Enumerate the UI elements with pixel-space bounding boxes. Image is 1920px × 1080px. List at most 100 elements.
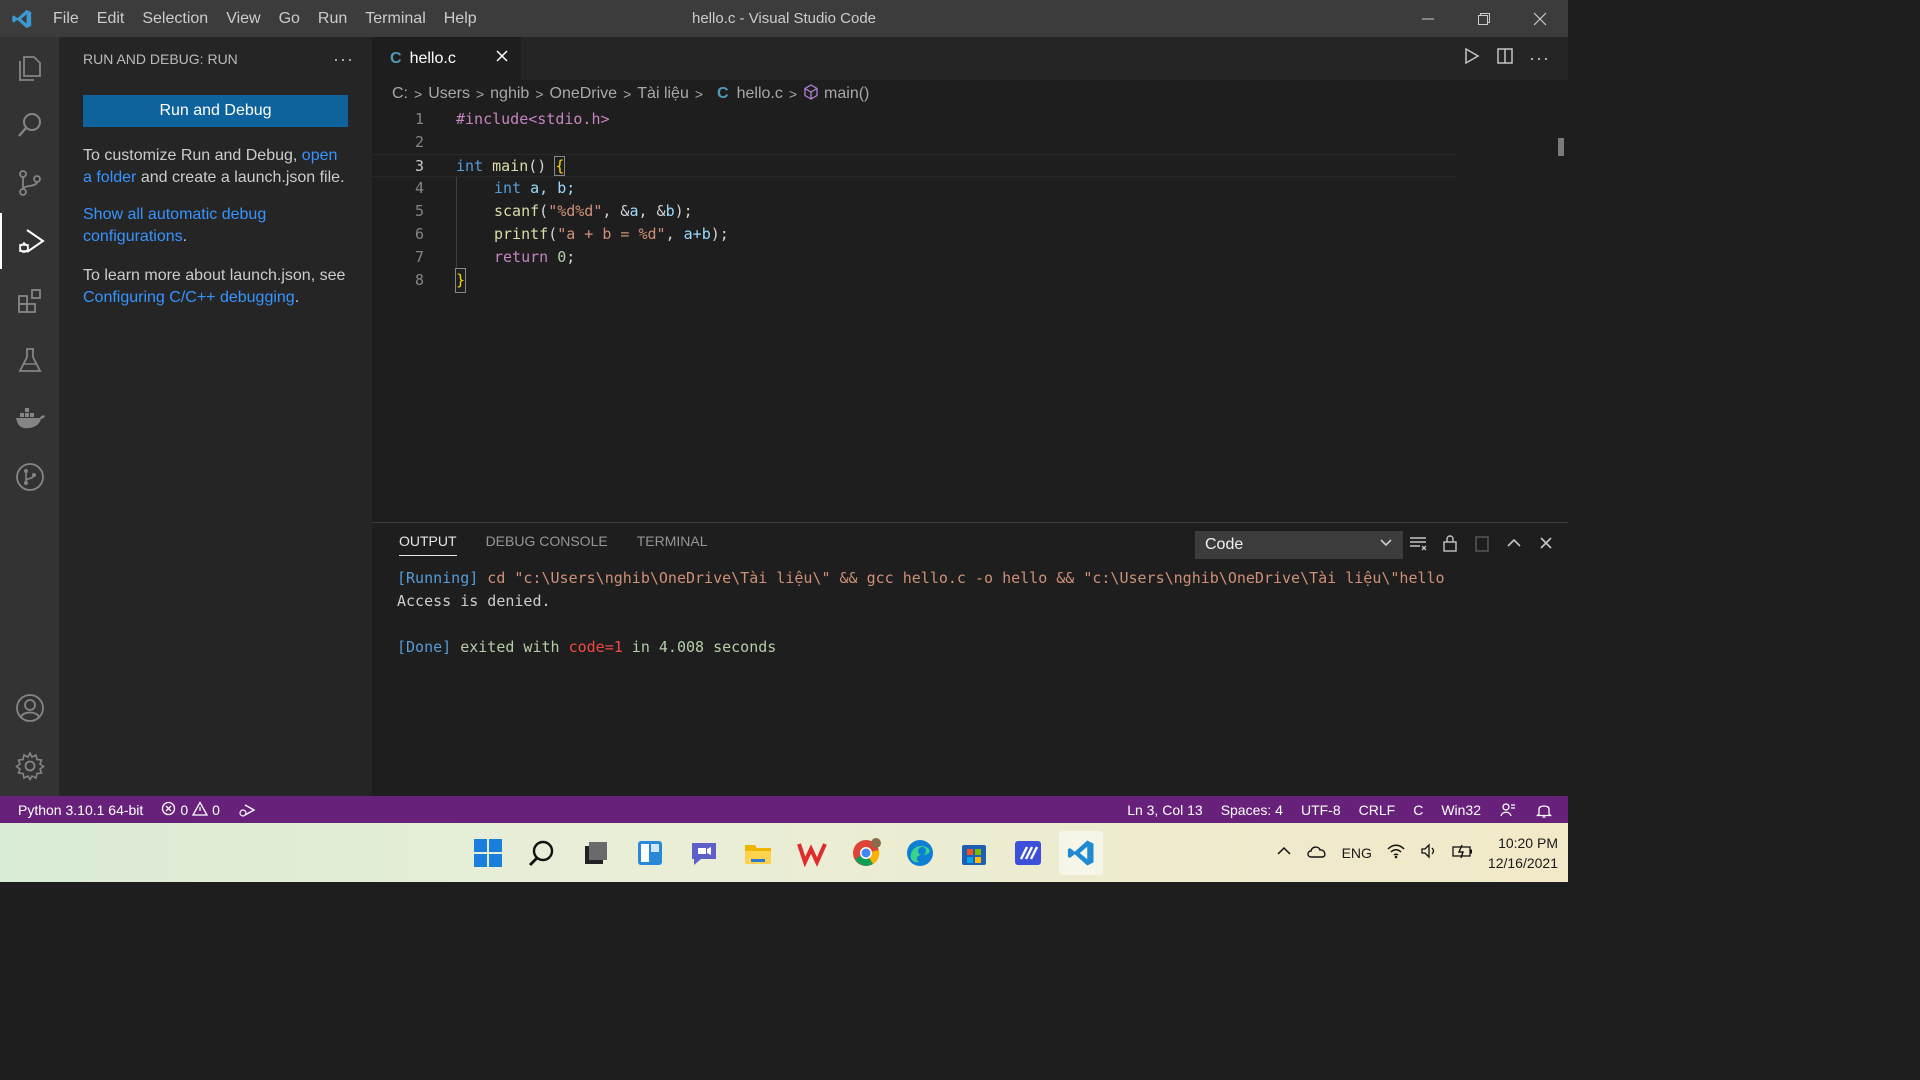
run-debug-icon[interactable] (0, 213, 59, 269)
language-mode[interactable]: C (1404, 802, 1432, 818)
breadcrumb-user[interactable]: nghib (490, 85, 529, 103)
store-icon[interactable] (952, 831, 996, 875)
punctuation: , & (638, 202, 666, 220)
feedback-icon[interactable] (1490, 801, 1526, 819)
close-window-button[interactable] (1512, 0, 1568, 37)
split-editor-icon[interactable] (1495, 46, 1515, 71)
wifi-icon[interactable] (1386, 843, 1406, 862)
accounts-icon[interactable] (0, 680, 59, 736)
editor-scrollbar[interactable] (1558, 138, 1564, 156)
search-icon[interactable] (520, 831, 564, 875)
file-explorer-icon[interactable] (736, 831, 780, 875)
wps-office-icon[interactable] (790, 831, 834, 875)
menu-file[interactable]: File (44, 0, 88, 37)
task-view-icon[interactable] (574, 831, 618, 875)
edge-icon[interactable] (898, 831, 942, 875)
code-text: int a, b; (494, 177, 575, 200)
more-actions-icon[interactable]: ··· (333, 49, 354, 70)
line-number: 1 (414, 110, 424, 128)
breadcrumb-file[interactable]: hello.c (737, 85, 783, 103)
problems-indicator[interactable]: 0 0 (152, 800, 229, 819)
indentation[interactable]: Spaces: 4 (1212, 802, 1292, 818)
line-number: 3 (414, 157, 424, 175)
code-line: 8 } (372, 268, 1457, 293)
show-hidden-icons-icon[interactable] (1276, 843, 1292, 862)
menu-terminal[interactable]: Terminal (356, 0, 434, 37)
tab-output[interactable]: OUTPUT (399, 533, 457, 556)
windows-start-icon[interactable] (466, 831, 510, 875)
platform[interactable]: Win32 (1432, 802, 1490, 818)
close-tab-icon[interactable] (495, 49, 509, 68)
explorer-icon[interactable] (0, 39, 59, 95)
clear-output-icon[interactable] (1408, 533, 1428, 558)
teams-chat-icon[interactable] (682, 831, 726, 875)
open-in-editor-icon[interactable] (1472, 533, 1492, 558)
vscode-icon[interactable] (1059, 831, 1103, 875)
chrome-icon[interactable] (844, 831, 888, 875)
breadcrumb-drive[interactable]: C: (392, 85, 408, 103)
current-code-line: 3 int main() { (372, 154, 1457, 177)
code-editor[interactable]: 1 #include<stdio.h> 2 3 int main() { 4 i… (372, 108, 1568, 522)
vscode-insiders-icon[interactable] (1006, 831, 1050, 875)
bracket: { (554, 156, 566, 176)
close-panel-icon[interactable] (1536, 533, 1556, 558)
code-line: 6 printf("a + b = %d", a+b); (372, 223, 1457, 246)
clock[interactable]: 10:20 PM 12/16/2021 (1488, 833, 1558, 873)
onedrive-icon[interactable] (1306, 843, 1328, 862)
testing-icon[interactable] (0, 332, 59, 388)
menu-edit[interactable]: Edit (88, 0, 134, 37)
menu-view[interactable]: View (217, 0, 269, 37)
show-debug-configurations-link[interactable]: Show all automatic debug configurations (83, 206, 266, 245)
editor-more-icon[interactable]: ··· (1529, 48, 1550, 69)
encoding[interactable]: UTF-8 (1292, 802, 1350, 818)
tab-debug-console[interactable]: DEBUG CONSOLE (486, 533, 608, 556)
cursor-position[interactable]: Ln 3, Col 13 (1118, 802, 1212, 818)
menu-selection[interactable]: Selection (133, 0, 217, 37)
language-indicator[interactable]: ENG (1342, 845, 1372, 861)
system-tray: ENG 10:20 PM 12/16/2021 (1276, 823, 1558, 882)
extensions-icon[interactable] (0, 273, 59, 329)
tab-label: hello.c (409, 49, 456, 67)
editor-tabs: C hello.c ··· (372, 37, 1568, 80)
debug-status-icon[interactable] (229, 802, 265, 818)
identifier: a, b; (521, 179, 576, 197)
menu-run[interactable]: Run (309, 0, 356, 37)
menu-help[interactable]: Help (435, 0, 486, 37)
code-text: scanf("%d%d", &a, &b); (494, 200, 693, 223)
configuring-debugging-link[interactable]: Configuring C/C++ debugging (83, 289, 295, 306)
run-debug-sidebar: RUN AND DEBUG: RUN ··· Run and Debug To … (59, 37, 372, 796)
output-channel-select[interactable]: Code (1195, 531, 1403, 559)
search-icon[interactable] (0, 97, 59, 153)
notifications-bell-icon[interactable] (1526, 801, 1562, 819)
lock-scroll-icon[interactable] (1440, 533, 1460, 558)
code-line: 1 #include<stdio.h> (372, 108, 1457, 131)
volume-icon[interactable] (1420, 843, 1438, 862)
minimize-button[interactable] (1400, 0, 1456, 37)
docker-icon[interactable] (0, 390, 59, 446)
breadcrumb-symbol[interactable]: main() (824, 85, 869, 103)
code-line: 2 (372, 131, 1457, 154)
menu-go[interactable]: Go (270, 0, 309, 37)
tab-terminal[interactable]: TERMINAL (637, 533, 708, 556)
date: 12/16/2021 (1487, 854, 1558, 871)
settings-gear-icon[interactable] (0, 738, 59, 794)
punctuation: ; (566, 248, 576, 266)
line-ending[interactable]: CRLF (1350, 802, 1405, 818)
breadcrumb-users[interactable]: Users (428, 85, 470, 103)
maximize-panel-icon[interactable] (1504, 533, 1524, 558)
warning-icon (192, 800, 209, 819)
vscode-logo-icon (0, 0, 44, 37)
output-text: exited with (451, 638, 569, 656)
source-control-icon[interactable] (0, 155, 59, 211)
widgets-icon[interactable] (628, 831, 672, 875)
code-line: 4 int a, b; (372, 177, 1457, 200)
restore-button[interactable] (1456, 0, 1512, 37)
run-code-icon[interactable] (1461, 46, 1481, 71)
breadcrumb-onedrive[interactable]: OneDrive (550, 85, 618, 103)
battery-icon[interactable] (1452, 843, 1474, 862)
tab-hello-c[interactable]: C hello.c (372, 37, 521, 80)
run-and-debug-button[interactable]: Run and Debug (83, 95, 348, 127)
python-interpreter[interactable]: Python 3.10.1 64-bit (0, 802, 152, 818)
breadcrumb-folder[interactable]: Tài liệu (637, 85, 689, 103)
git-graph-icon[interactable] (0, 449, 59, 505)
